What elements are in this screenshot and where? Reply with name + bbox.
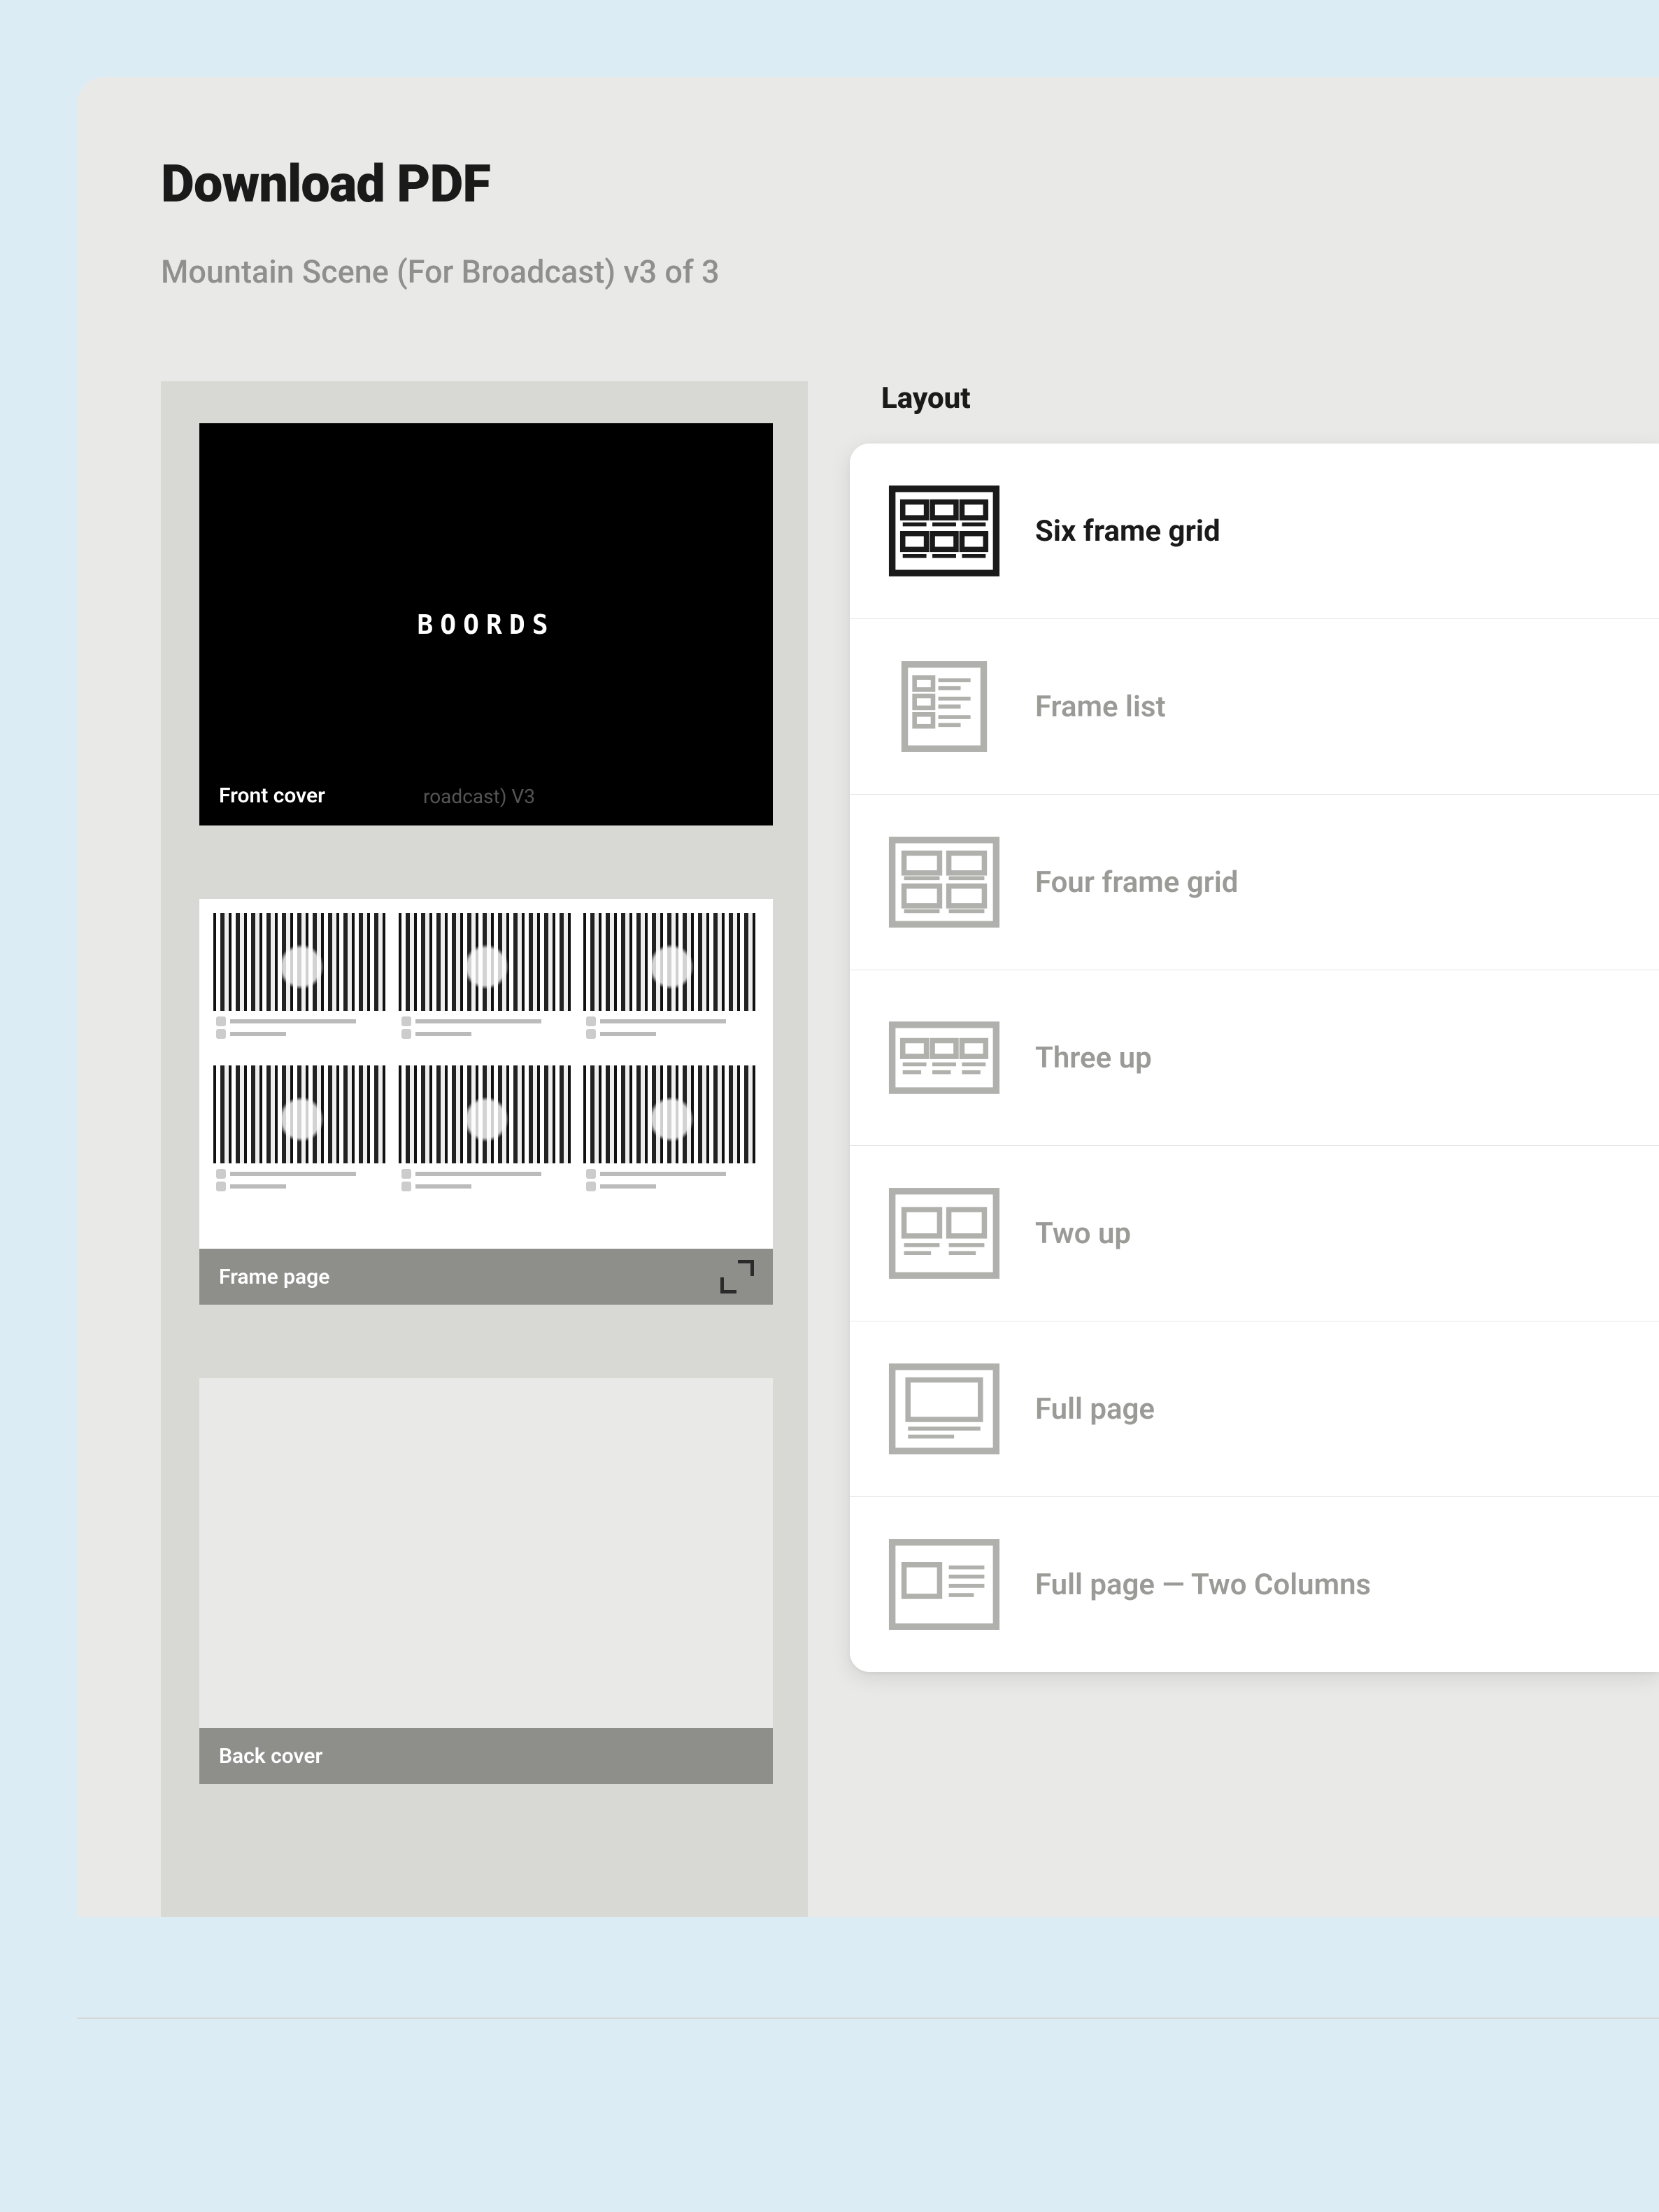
modal-subtitle: Mountain Scene (For Broadcast) v3 of 3 [161,253,1659,290]
back-cover-label: Back cover [219,1744,322,1768]
front-cover-thumb: BOORDS Front cover roadcast) V3 [199,423,773,825]
frame-thumb-3 [583,913,759,1060]
download-pdf-modal: Download PDF Mountain Scene (For Broadca… [77,77,1659,1917]
preview-column: BOORDS Front cover roadcast) V3 [161,381,808,1917]
two-up-icon [888,1184,1000,1282]
layout-option-label: Two up [1035,1217,1131,1251]
back-cover-label-bar: Back cover [199,1728,773,1784]
layout-option-three-up[interactable]: Three up [850,970,1659,1146]
frame-thumb-2 [399,913,574,1060]
layout-option-six-frame-grid[interactable]: Six frame grid [850,444,1659,619]
three-up-icon [888,1009,1000,1107]
layout-column: Layout [850,381,1659,1917]
layout-option-label: Three up [1035,1041,1152,1075]
layout-option-label: Four frame grid [1035,865,1238,900]
preview-frame-page[interactable]: Frame page [199,899,773,1305]
front-cover-watermark: roadcast) V3 [423,785,535,808]
frame-thumb-1 [213,913,389,1060]
frame-thumb-4 [213,1065,389,1212]
frame-page-thumb: Frame page [199,899,773,1305]
layout-options-panel: Six frame grid [850,444,1659,1672]
full-page-two-columns-icon [888,1536,1000,1633]
front-cover-label: Front cover [219,784,325,808]
layout-option-full-page[interactable]: Full page [850,1321,1659,1497]
frame-thumb-6 [583,1065,759,1212]
frame-page-label: Frame page [219,1265,329,1289]
layout-title: Layout [850,381,1659,416]
layout-option-four-frame-grid[interactable]: Four frame grid [850,795,1659,970]
layout-option-label: Full page [1035,1392,1155,1426]
preview-back-cover[interactable]: Back cover [199,1378,773,1784]
frame-page-label-bar: Frame page [199,1249,773,1305]
six-frame-grid-icon [888,482,1000,580]
layout-option-label: Six frame grid [1035,514,1220,548]
layout-option-label: Full page — Two Columns [1035,1568,1371,1602]
back-cover-thumb: Back cover [199,1378,773,1784]
frame-thumb-5 [399,1065,574,1212]
boords-logo: BOORDS [417,609,555,640]
expand-icon[interactable] [726,1265,748,1288]
preview-front-cover[interactable]: BOORDS Front cover roadcast) V3 [199,423,773,825]
four-frame-grid-icon [888,833,1000,931]
full-page-icon [888,1360,1000,1458]
frame-list-icon [888,658,1000,756]
layout-option-frame-list[interactable]: Frame list [850,619,1659,795]
horizontal-divider [77,2018,1659,2019]
layout-option-label: Frame list [1035,690,1166,724]
modal-title: Download PDF [161,154,1659,215]
layout-option-two-up[interactable]: Two up [850,1146,1659,1321]
content-row: BOORDS Front cover roadcast) V3 [161,381,1659,1917]
layout-option-full-page-two-columns[interactable]: Full page — Two Columns [850,1497,1659,1672]
